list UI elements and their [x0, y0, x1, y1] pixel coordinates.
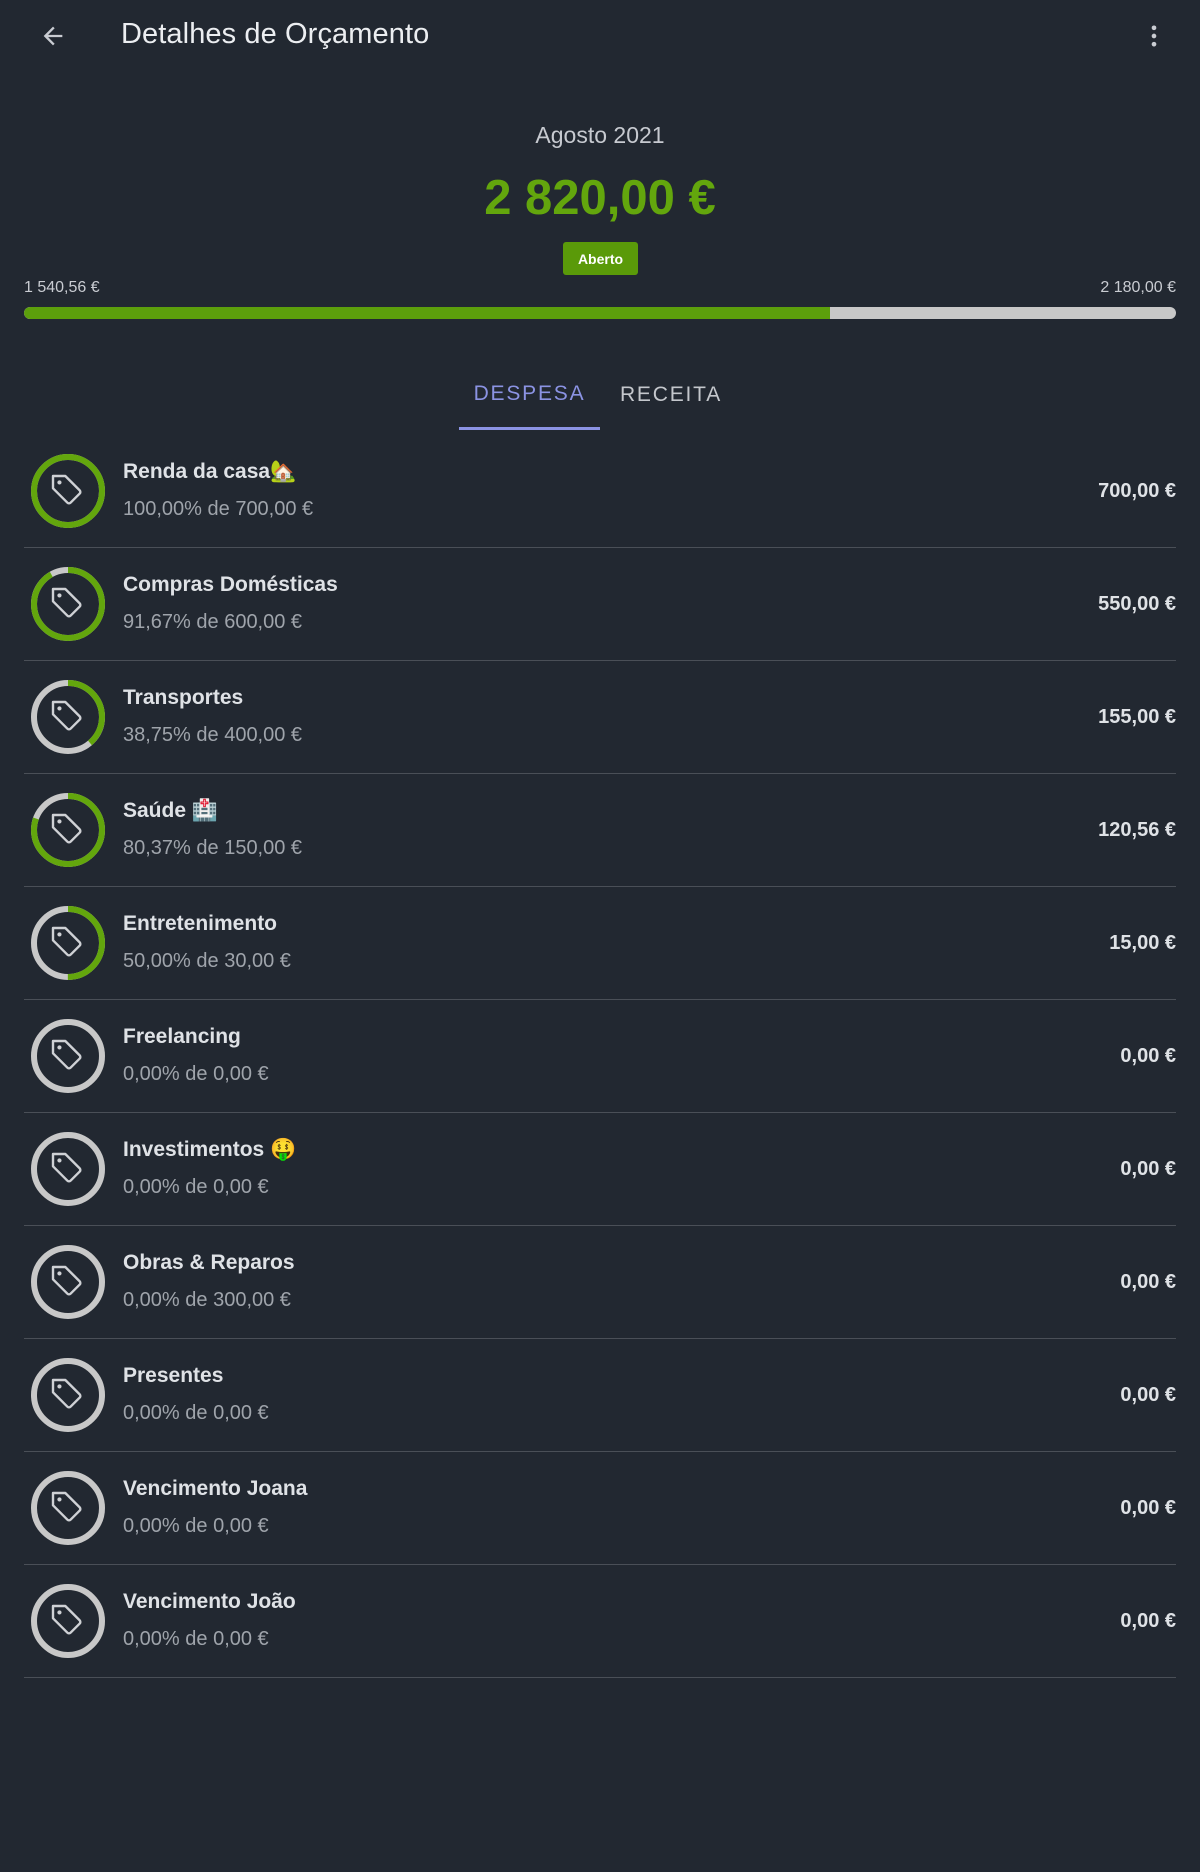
budget-progress-ring	[31, 906, 105, 980]
page-title: Detalhes de Orçamento	[121, 18, 430, 50]
budget-period: Agosto 2021	[535, 122, 665, 148]
list-item[interactable]: Saúde 🏥 80,37% de 150,00 € 120,56 €	[24, 774, 1176, 887]
range-max-label: 2 180,00 €	[1100, 279, 1176, 296]
category-progress-text: 50,00% de 30,00 €	[123, 950, 291, 972]
category-amount: 0,00 €	[1120, 1384, 1176, 1406]
more-options-button[interactable]	[1136, 16, 1172, 56]
back-button[interactable]	[30, 16, 76, 56]
tag-icon	[51, 474, 82, 505]
category-amount: 0,00 €	[1120, 1158, 1176, 1180]
category-progress-text: 0,00% de 0,00 €	[123, 1402, 269, 1424]
budget-progress-ring	[31, 1245, 105, 1319]
budget-progress-bar	[24, 307, 1176, 319]
category-progress-text: 100,00% de 700,00 €	[123, 498, 314, 520]
category-progress-text: 80,37% de 150,00 €	[123, 837, 303, 859]
list-item[interactable]: Presentes 0,00% de 0,00 € 0,00 €	[24, 1339, 1176, 1452]
category-amount: 120,56 €	[1098, 819, 1176, 841]
tag-icon	[51, 700, 82, 731]
category-name: Entretenimento	[123, 912, 278, 935]
list-item[interactable]: Compras Domésticas 91,67% de 600,00 € 55…	[24, 548, 1176, 661]
category-name: Vencimento Joana	[123, 1477, 308, 1500]
tab-despesa[interactable]: DESPESA	[459, 360, 600, 430]
category-name: Investimentos 🤑	[123, 1138, 297, 1161]
budget-progress-ring	[31, 454, 105, 528]
arrow-left-icon	[43, 26, 63, 46]
app-bar: Detalhes de Orçamento	[0, 0, 1200, 74]
category-amount: 0,00 €	[1120, 1497, 1176, 1519]
budget-progress-ring	[31, 680, 105, 754]
budget-progress-fill	[24, 307, 831, 319]
tag-icon	[51, 1604, 82, 1635]
list-item[interactable]: Renda da casa🏡 100,00% de 700,00 € 700,0…	[24, 435, 1176, 548]
category-amount: 0,00 €	[1120, 1271, 1176, 1293]
tag-icon	[51, 1152, 82, 1183]
budget-progress-ring	[31, 793, 105, 867]
category-name: Presentes	[123, 1364, 224, 1387]
category-progress-text: 0,00% de 0,00 €	[123, 1176, 269, 1198]
budget-progress-ring	[31, 1584, 105, 1658]
category-progress-text: 0,00% de 0,00 €	[123, 1628, 269, 1650]
budget-progress-ring	[31, 1471, 105, 1545]
budget-progress-ring	[31, 567, 105, 641]
category-amount: 0,00 €	[1120, 1610, 1176, 1632]
category-amount: 550,00 €	[1098, 593, 1176, 615]
budget-progress-ring	[31, 1358, 105, 1432]
category-progress-text: 0,00% de 0,00 €	[123, 1515, 269, 1537]
category-progress-text: 38,75% de 400,00 €	[123, 724, 303, 746]
category-progress-text: 0,00% de 300,00 €	[123, 1289, 291, 1311]
category-amount: 0,00 €	[1120, 1045, 1176, 1067]
list-item[interactable]: Vencimento João 0,00% de 0,00 € 0,00 €	[24, 1565, 1176, 1678]
list-item[interactable]: Investimentos 🤑 0,00% de 0,00 € 0,00 €	[24, 1113, 1176, 1226]
tag-icon	[51, 1491, 82, 1522]
category-amount: 15,00 €	[1109, 932, 1176, 954]
category-progress-text: 0,00% de 0,00 €	[123, 1063, 269, 1085]
range-min-label: 1 540,56 €	[24, 279, 100, 296]
category-amount: 155,00 €	[1098, 706, 1176, 728]
list-item[interactable]: Freelancing 0,00% de 0,00 € 0,00 €	[24, 1000, 1176, 1113]
category-name: Transportes	[123, 686, 244, 709]
category-name: Freelancing	[123, 1025, 241, 1048]
tag-icon	[51, 926, 82, 957]
category-name: Compras Domésticas	[123, 573, 338, 596]
category-list: Renda da casa🏡 100,00% de 700,00 € 700,0…	[24, 435, 1176, 1678]
budget-total: 2 820,00 €	[484, 171, 716, 225]
list-item[interactable]: Obras & Reparos 0,00% de 300,00 € 0,00 €	[24, 1226, 1176, 1339]
category-amount: 700,00 €	[1098, 480, 1176, 502]
tag-icon	[51, 1378, 82, 1409]
list-item[interactable]: Vencimento Joana 0,00% de 0,00 € 0,00 €	[24, 1452, 1176, 1565]
tag-icon	[51, 813, 82, 844]
status-badge: Aberto	[563, 242, 638, 275]
budget-progress-ring	[31, 1019, 105, 1093]
tag-icon	[51, 1265, 82, 1296]
tag-icon	[51, 1039, 82, 1070]
category-name: Renda da casa🏡	[123, 460, 297, 483]
category-progress-text: 91,67% de 600,00 €	[123, 611, 303, 633]
list-item[interactable]: Entretenimento 50,00% de 30,00 € 15,00 €	[24, 887, 1176, 1000]
category-name: Vencimento João	[123, 1590, 296, 1613]
tag-icon	[51, 587, 82, 618]
more-vert-icon	[1151, 25, 1157, 47]
tab-bar: DESPESA RECEITA	[0, 360, 1200, 430]
category-name: Saúde 🏥	[123, 799, 219, 822]
budget-progress-ring	[31, 1132, 105, 1206]
category-name: Obras & Reparos	[123, 1251, 295, 1274]
tab-receita[interactable]: RECEITA	[607, 360, 735, 430]
list-item[interactable]: Transportes 38,75% de 400,00 € 155,00 €	[24, 661, 1176, 774]
